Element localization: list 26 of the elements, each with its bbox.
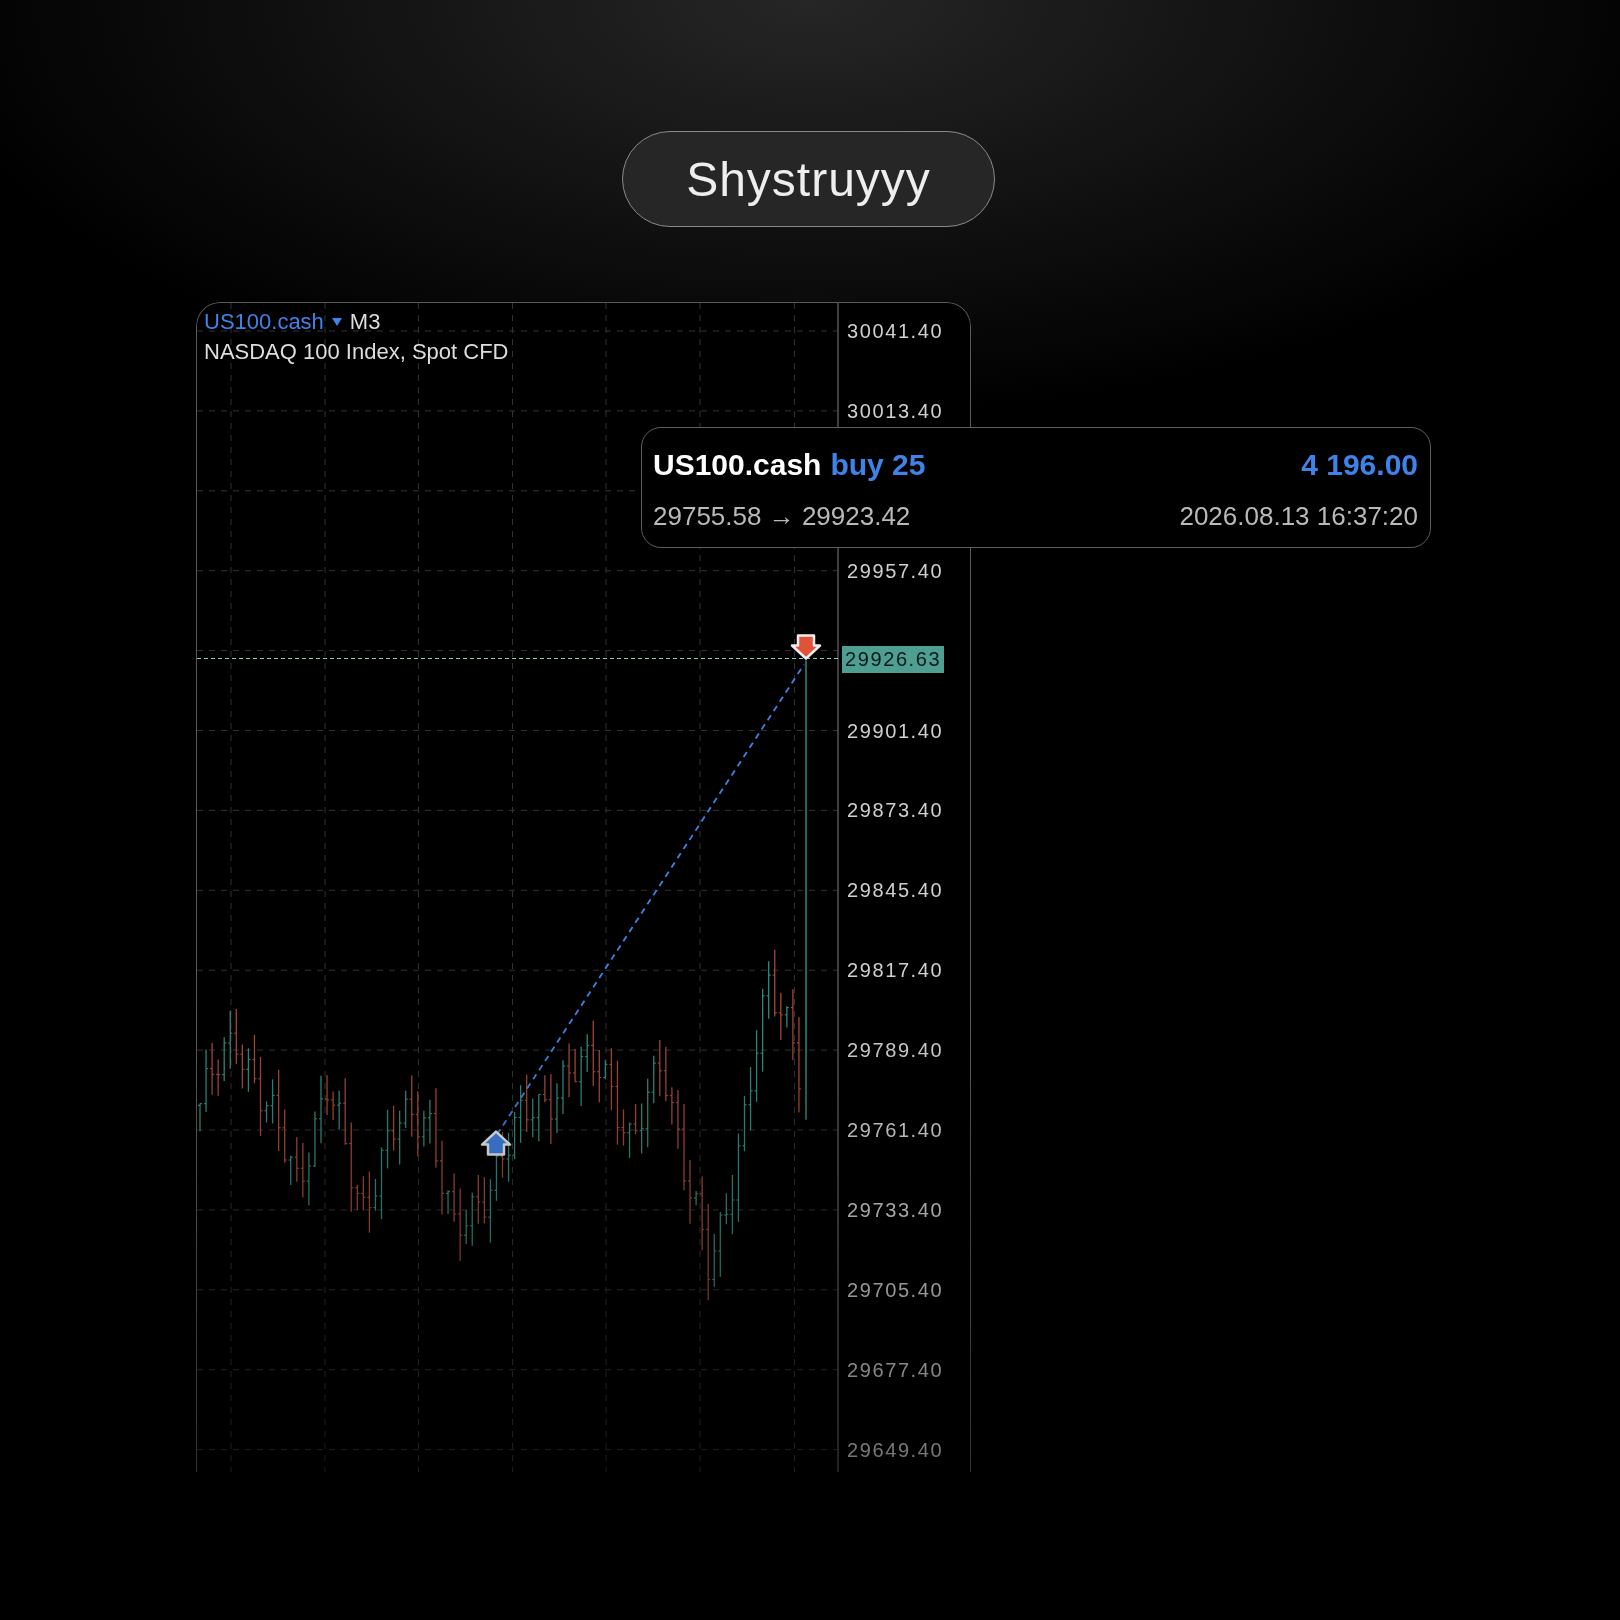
price-axis-label: 30041.40 xyxy=(847,319,944,343)
price-axis-label: 29957.40 xyxy=(847,559,944,583)
price-axis-label: 29677.40 xyxy=(847,1358,944,1382)
instrument-description: NASDAQ 100 Index, Spot CFD xyxy=(204,339,509,365)
trade-symbol: US100.cash xyxy=(653,447,822,482)
price-axis-label: 29845.40 xyxy=(847,878,944,902)
trade-prices: 29755.58 → 29923.42 xyxy=(653,500,912,532)
timeframe-label[interactable]: M3 xyxy=(349,309,381,335)
price-axis-label: 29733.40 xyxy=(847,1198,944,1222)
trade-side: buy 25 xyxy=(830,447,926,482)
trade-profit: 4 196.00 xyxy=(1300,447,1418,482)
price-axis-label: 29705.40 xyxy=(847,1278,944,1302)
price-axis-label: 29761.40 xyxy=(847,1118,944,1142)
title-pill: Shystruyyy xyxy=(622,131,995,227)
price-axis-label: 30013.40 xyxy=(847,399,944,423)
sell-arrow-icon xyxy=(790,634,822,660)
buy-arrow-icon xyxy=(480,1130,512,1156)
current-price-tag: 29926.63 xyxy=(842,646,945,673)
price-axis-label: 29901.40 xyxy=(847,719,944,742)
price-axis-label: 29873.40 xyxy=(847,798,944,822)
symbol-link[interactable]: US100.cash xyxy=(204,309,324,335)
trade-time: 2026.08.13 16:37:20 xyxy=(1179,500,1418,532)
price-axis-label: 29649.40 xyxy=(847,1438,944,1462)
price-axis-label: 29789.40 xyxy=(847,1038,944,1062)
caret-icon[interactable] xyxy=(331,318,342,326)
price-axis-label: 29817.40 xyxy=(847,958,944,982)
